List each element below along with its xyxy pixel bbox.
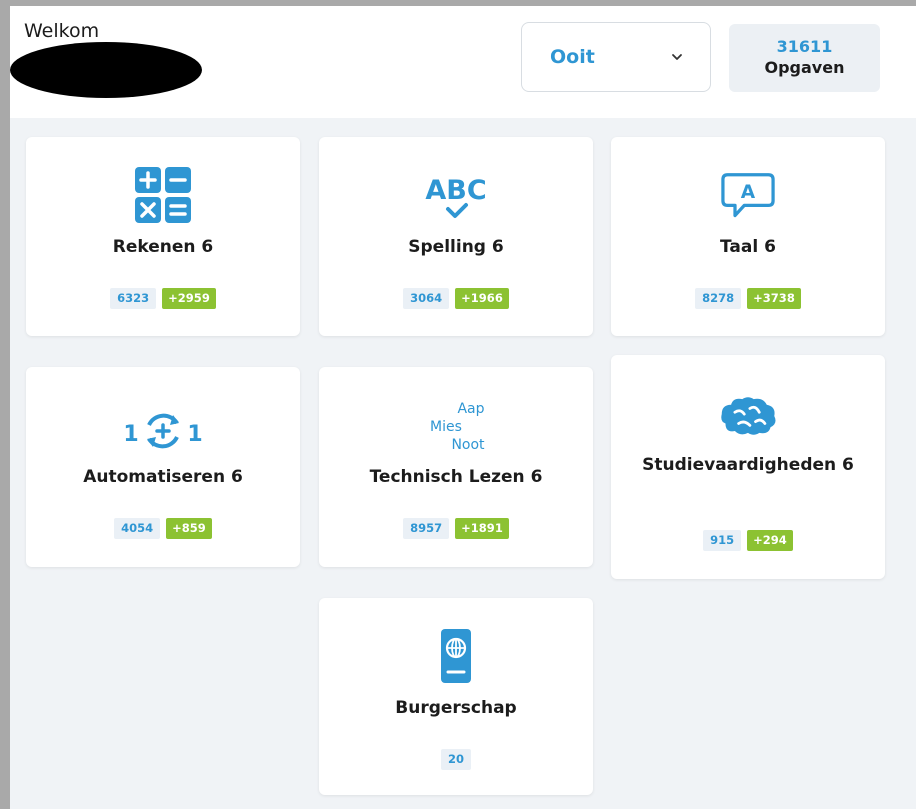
subject-card-spelling[interactable]: ABC Spelling 6 3064 +1966 <box>319 137 593 336</box>
plus-badge: +294 <box>747 530 793 551</box>
svg-text:ABC: ABC <box>425 175 486 206</box>
plus-badge: +2959 <box>162 288 216 309</box>
plus-badge: +3738 <box>747 288 801 309</box>
subject-card-taal[interactable]: A Taal 6 8278 +3738 <box>611 137 885 336</box>
total-badge: 4054 <box>114 518 161 539</box>
subject-badges: 3064 +1966 <box>319 288 593 309</box>
subject-card-technisch-lezen[interactable]: Aap Mies Noot Technisch Lezen 6 8957 +18… <box>319 367 593 567</box>
icon-text-noot: Noot <box>451 437 485 453</box>
period-select[interactable]: Ooit <box>521 22 711 92</box>
total-badge: 915 <box>703 530 742 551</box>
period-select-value: Ooit <box>550 46 595 68</box>
subject-card-rekenen[interactable]: Rekenen 6 6323 +2959 <box>26 137 300 336</box>
subject-badges: 4054 +859 <box>26 518 300 539</box>
subject-badges: 915 +294 <box>611 530 885 551</box>
total-badge: 8278 <box>695 288 742 309</box>
total-badge: 6323 <box>110 288 157 309</box>
total-badge: 8957 <box>403 518 450 539</box>
tasks-count: 31611 <box>776 37 833 56</box>
aap-mies-noot-icon: Aap Mies Noot <box>430 401 485 453</box>
subject-badges: 8957 +1891 <box>319 518 593 539</box>
plus-badge: +1966 <box>455 288 509 309</box>
redacted-name <box>10 42 202 98</box>
chevron-down-icon <box>672 54 682 60</box>
plus-badge: +859 <box>166 518 212 539</box>
icon-text-mies: Mies <box>430 419 462 435</box>
svg-text:A: A <box>741 182 756 203</box>
brain-icon <box>721 397 776 435</box>
abc-check-icon: ABC <box>425 175 487 218</box>
subject-title: Automatiseren 6 <box>83 467 243 487</box>
subject-badges: 6323 +2959 <box>26 288 300 309</box>
app: Welkom Ooit 31611 Opgaven Rekenen 6 6323 <box>10 6 916 809</box>
one-plus-one-cycle-icon: 1 1 <box>123 413 203 449</box>
welcome-text: Welkom <box>24 20 100 42</box>
subject-badges: 20 <box>319 749 593 770</box>
plus-badge: +1891 <box>455 518 509 539</box>
passport-icon <box>441 629 471 683</box>
subject-card-studievaardigheden[interactable]: Studievaardigheden 6 915 +294 <box>611 355 885 579</box>
subject-card-burgerschap[interactable]: Burgerschap 20 <box>319 598 593 795</box>
speech-bubble-a-icon: A <box>721 173 775 218</box>
svg-text:1: 1 <box>123 422 138 447</box>
svg-text:1: 1 <box>187 422 202 447</box>
subject-badges: 8278 +3738 <box>611 288 885 309</box>
tasks-label: Opgaven <box>764 58 845 77</box>
subject-title: Spelling 6 <box>408 237 504 257</box>
subject-title: Rekenen 6 <box>112 237 214 257</box>
subject-title: Taal 6 <box>720 237 776 257</box>
subject-title: Burgerschap <box>395 698 517 718</box>
subject-title: Technisch Lezen 6 <box>369 467 543 487</box>
subject-card-automatiseren[interactable]: 1 1 Automatiseren 6 4054 +859 <box>26 367 300 567</box>
total-badge: 20 <box>440 749 471 770</box>
calculator-icon <box>135 167 191 223</box>
icon-text-aap: Aap <box>457 401 484 417</box>
subject-title: Studievaardigheden 6 <box>642 455 854 475</box>
tasks-counter: 31611 Opgaven <box>729 24 880 92</box>
total-badge: 3064 <box>403 288 450 309</box>
header: Welkom Ooit 31611 Opgaven <box>10 6 916 118</box>
